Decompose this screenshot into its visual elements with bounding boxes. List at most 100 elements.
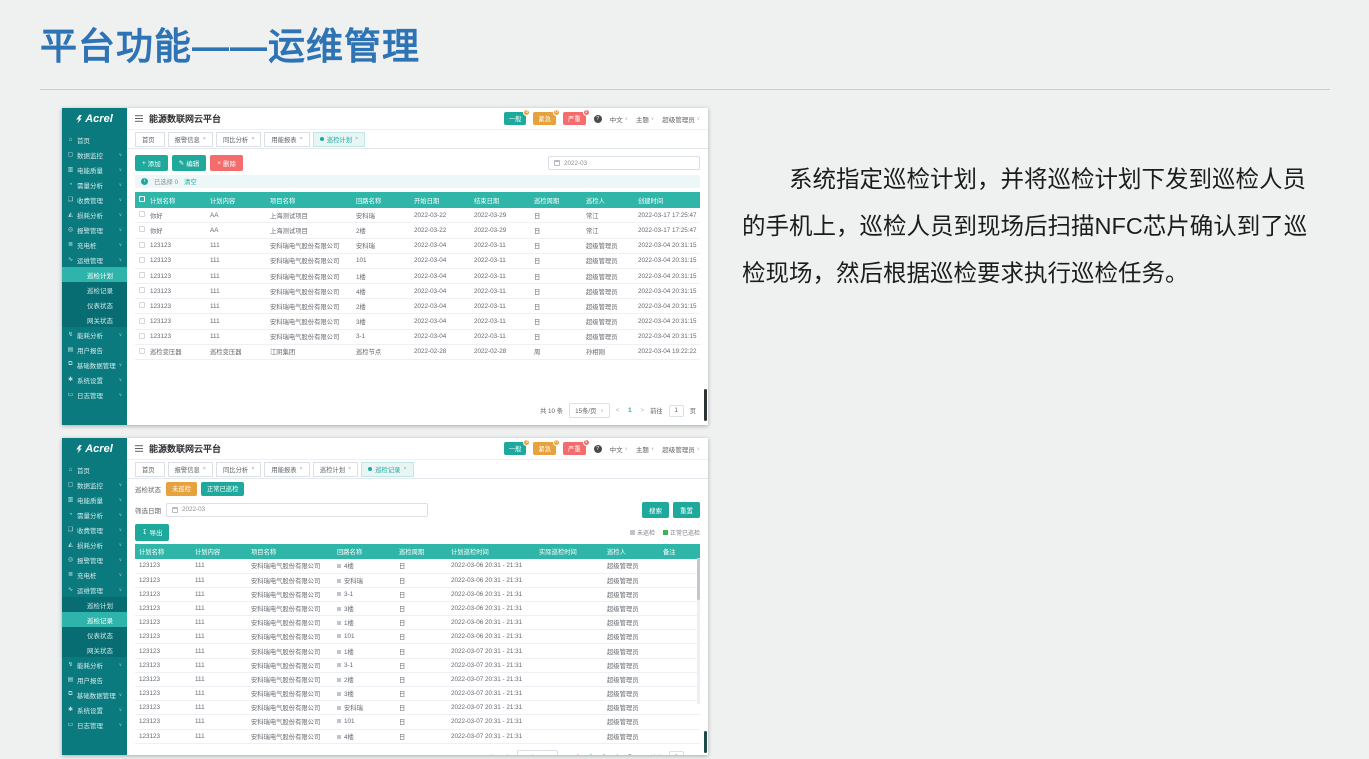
close-icon[interactable]: × [300,466,303,472]
close-icon[interactable]: × [348,466,351,472]
alarm-level-badge[interactable]: 一般 0 [504,442,527,455]
goto-page-input[interactable] [669,405,684,417]
sidebar-item[interactable]: 巡检记录 [62,282,127,297]
sidebar-item[interactable]: ▥ 电能质量 ∨ [62,162,127,177]
sidebar-item[interactable]: ⧉ 基础数据管理 ∨ [62,357,127,372]
sidebar-item[interactable]: 巡检计划 [62,267,127,282]
page-number[interactable]: 1 [573,754,582,755]
sidebar-item[interactable]: ⧉ 基础数据管理 ∨ [62,687,127,702]
sidebar-item[interactable]: ⌂ 首页 [62,462,127,477]
header-dropdown[interactable]: 中文 ∨ [610,444,628,454]
close-icon[interactable]: × [251,466,254,472]
delete-button[interactable]: × 删除 [210,155,243,171]
sidebar-item[interactable]: ⌂ 首页 [62,132,127,147]
page-number[interactable]: 2 [586,754,595,755]
sidebar-item[interactable]: ◎ 报警管理 ∨ [62,222,127,237]
page-number[interactable]: 3 [599,754,608,755]
tab[interactable]: 用能报表 × [264,132,309,147]
sidebar-item[interactable]: 仪表状态 [62,627,127,642]
sidebar-item[interactable]: ▥ 电能质量 ∨ [62,492,127,507]
sidebar-item[interactable]: ▢ 数据监控 ∨ [62,147,127,162]
row-checkbox[interactable] [139,242,145,248]
row-checkbox[interactable] [139,333,145,339]
sidebar-item[interactable]: ◭ 损耗分析 ∨ [62,537,127,552]
scrollbar-thumb[interactable] [704,389,708,421]
header-dropdown[interactable]: 主题 ∨ [636,114,654,124]
row-checkbox[interactable] [139,318,145,324]
sidebar-item[interactable]: 网关状态 [62,312,127,327]
sidebar-item[interactable]: ▤ 用户报告 [62,342,127,357]
sidebar-item[interactable]: ◎ 报警管理 ∨ [62,552,127,567]
sidebar-item[interactable]: ❏ 收费管理 ∨ [62,522,127,537]
row-checkbox[interactable] [139,226,145,232]
tab[interactable]: 巡检计划 × [313,132,365,147]
row-checkbox[interactable] [139,348,145,354]
search-button[interactable]: 搜索 [642,502,669,518]
status-filter-chip[interactable]: 未巡检 [166,482,197,496]
reset-button[interactable]: 重置 [673,502,700,518]
menu-collapse-icon[interactable] [135,448,143,449]
help-icon[interactable]: ? [594,115,602,123]
close-icon[interactable]: × [300,136,303,142]
header-dropdown[interactable]: 超级管理员 ∨ [662,114,700,124]
sidebar-item[interactable]: 仪表状态 [62,297,127,312]
page-number[interactable]: 4 [612,754,621,755]
month-picker[interactable]: 2022-03 [548,156,700,170]
sidebar-item[interactable]: ▭ 日志管理 ∨ [62,717,127,732]
sidebar-item[interactable]: 网关状态 [62,642,127,657]
sidebar-item[interactable]: ◭ 损耗分析 ∨ [62,207,127,222]
tab[interactable]: 首页 [135,462,165,477]
scrollbar-thumb[interactable] [704,731,708,753]
sidebar-item[interactable]: ✱ 系统设置 ∨ [62,372,127,387]
status-filter-chip[interactable]: 正常已巡检 [201,482,244,496]
sidebar-item[interactable]: ▢ 数据监控 ∨ [62,477,127,492]
row-checkbox[interactable] [139,287,145,293]
row-checkbox[interactable] [139,302,145,308]
sidebar-item[interactable]: ≣ 充电桩 ∨ [62,237,127,252]
tab[interactable]: 同比分析 × [216,462,261,477]
alarm-level-badge[interactable]: 一般 0 [504,112,527,125]
prev-page-button[interactable]: < [564,754,568,755]
sidebar-item[interactable]: ↯ 能耗分析 ∨ [62,657,127,672]
tab[interactable]: 报警信息 × [168,462,213,477]
help-icon[interactable]: ? [594,445,602,453]
sidebar-item[interactable]: 巡检计划 [62,597,127,612]
alarm-level-badge[interactable]: 紧急 0 [533,112,556,125]
sidebar-item[interactable]: ▭ 日志管理 ∨ [62,387,127,402]
header-dropdown[interactable]: 超级管理员 ∨ [662,444,700,454]
sidebar-item[interactable]: ✱ 系统设置 ∨ [62,702,127,717]
tab[interactable]: 用能报表 × [264,462,309,477]
close-icon[interactable]: × [203,136,206,142]
export-button[interactable]: ↧ 导出 [135,524,169,540]
select-all-checkbox[interactable] [139,196,145,202]
prev-page-button[interactable]: < [616,407,620,414]
sidebar-item[interactable]: ◔ 需量分析 ∨ [62,177,127,192]
sidebar-item[interactable]: ❏ 收费管理 ∨ [62,192,127,207]
month-picker[interactable]: 2022-03 [166,503,428,517]
next-page-button[interactable]: > [640,754,644,755]
tab[interactable]: 报警信息 × [168,132,213,147]
sidebar-item[interactable]: ∿ 运维管理 ∨ [62,252,127,267]
close-icon[interactable]: × [203,466,206,472]
tab[interactable]: 首页 [135,132,165,147]
page-number[interactable]: 5 [625,754,634,755]
header-dropdown[interactable]: 主题 ∨ [636,444,654,454]
add-button[interactable]: + 添加 [135,155,168,171]
sidebar-item[interactable]: ↯ 能耗分析 ∨ [62,327,127,342]
goto-page-input[interactable] [669,751,684,755]
sidebar-item[interactable]: ◔ 需量分析 ∨ [62,507,127,522]
page-size-select[interactable]: 15条/页 ∨ [569,403,610,418]
close-icon[interactable]: × [355,136,358,142]
alarm-level-badge[interactable]: 紧急 0 [533,442,556,455]
page-size-select[interactable]: 15条/页 ∨ [517,750,558,755]
close-icon[interactable]: × [403,466,406,472]
edit-button[interactable]: ✎ 编辑 [172,155,206,171]
tab[interactable]: 巡检记录 × [361,462,413,477]
alarm-level-badge[interactable]: 严重 1 [563,442,586,455]
table-scrollbar[interactable] [697,558,700,704]
alarm-level-badge[interactable]: 严重 1 [563,112,586,125]
sidebar-item[interactable]: ≣ 充电桩 ∨ [62,567,127,582]
page-number[interactable]: 1 [625,407,634,414]
row-checkbox[interactable] [139,257,145,263]
tab[interactable]: 巡检计划 × [313,462,358,477]
